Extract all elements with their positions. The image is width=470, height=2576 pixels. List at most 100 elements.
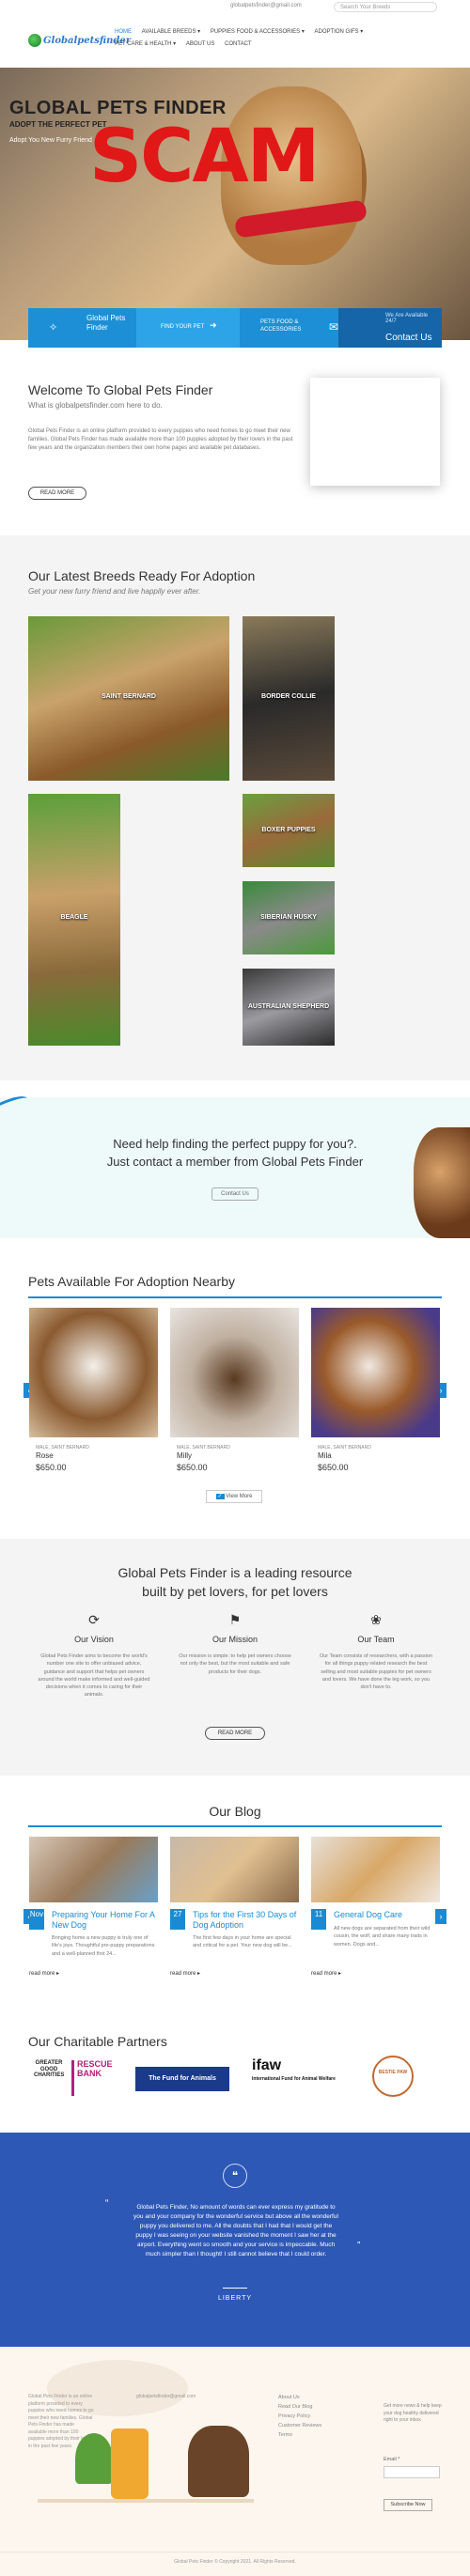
blog-divider	[28, 1825, 442, 1827]
hero-tagline: Adopt You New Furry Friend	[9, 137, 92, 144]
partner-logo-ifaw[interactable]: ifaw	[252, 2057, 337, 2093]
flag-icon: ⚑	[228, 1612, 242, 1627]
pet-tag: MALE, SAINT BERNARD	[177, 1445, 230, 1451]
logo-globe-icon[interactable]	[28, 34, 41, 47]
testimonial-divider	[223, 2288, 247, 2289]
blog-post-title[interactable]: General Dog Care	[334, 1910, 437, 1920]
paw-icon: ✧	[49, 322, 58, 334]
footer-divider	[0, 2552, 470, 2553]
pet-name[interactable]: Rose	[36, 1451, 54, 1460]
strip-contact-label: Contact Us	[385, 333, 432, 343]
partner-ifaw-sub: International Fund for Animal Welfare	[252, 2076, 336, 2082]
cta-line2: Just contact a member from Global Pets F…	[106, 1155, 364, 1169]
breed-card-boxer[interactable]: BOXER PUPPIES	[243, 794, 335, 867]
top-email[interactable]: globalpetsfinder@gmail.com	[230, 3, 302, 8]
mission-title-2: built by pet lovers, for pet lovers	[142, 1584, 328, 1599]
cta-line1: Need help finding the perfect puppy for …	[113, 1137, 357, 1151]
breeds-title: Our Latest Breeds Ready For Adoption	[28, 568, 256, 583]
view-more-label: View More	[226, 1494, 253, 1499]
cta-contact-button[interactable]: Contact Us	[212, 1187, 258, 1201]
footer-link[interactable]: Read Our Blog	[278, 2403, 321, 2413]
footer-dog-illustration	[188, 2426, 249, 2497]
breed-card-border-collie[interactable]: BORDER COLLIE	[243, 616, 335, 781]
breed-card-husky[interactable]: SIBERIAN HUSKY	[243, 881, 335, 954]
welcome-body: Global Pets Finder is an online platform…	[28, 428, 293, 451]
pet-name[interactable]: Milly	[177, 1451, 192, 1460]
blog-read-more-link[interactable]: read more ▸	[170, 1970, 200, 1977]
nav-food[interactable]: Puppies Food & Accessories ▾	[211, 28, 305, 35]
nav-breeds[interactable]: Available Breeds ▾	[142, 28, 200, 35]
mission-text: Our mission is simple: to help pet owner…	[179, 1653, 291, 1675]
pet-price: $650.00	[36, 1463, 67, 1472]
page: globalpetsfinder@gmail.com Search Your B…	[0, 0, 470, 2576]
footer-subscribe-button[interactable]: Subscribe Now	[384, 2499, 432, 2511]
footer-email-label: Email *	[384, 2457, 400, 2462]
blog-post-title[interactable]: Tips for the First 30 Days of Dog Adopti…	[193, 1910, 301, 1931]
pet-price: $650.00	[318, 1463, 349, 1472]
partner-logo-fund-for-animals[interactable]: The Fund for Animals	[135, 2067, 229, 2091]
nav-about[interactable]: About Us	[186, 41, 215, 47]
breed-card-beagle[interactable]: BEAGLE	[28, 794, 120, 1046]
strip-food[interactable]: Pets food & accessories	[240, 308, 338, 348]
top-search-input[interactable]: Search Your Breeds	[334, 2, 437, 12]
footer-suitcase-illustration	[111, 2429, 149, 2499]
mission-read-more-button[interactable]: READ MORE	[205, 1727, 265, 1740]
refresh-icon: ⟳	[88, 1612, 100, 1627]
partner-logo-rescue-bank[interactable]: RESCUE BANK	[71, 2059, 117, 2096]
blog-excerpt: Bringing home a new puppy is truly one o…	[52, 1935, 155, 1957]
footer-email[interactable]: globalpetsfinder@gmail.com	[136, 2394, 196, 2399]
breed-label: BEAGLE	[60, 914, 88, 921]
breed-label: AUSTRALIAN SHEPHERD	[247, 1003, 330, 1010]
breed-card-aussie[interactable]: AUSTRALIAN SHEPHERD	[243, 969, 335, 1046]
pet-name[interactable]: Mila	[318, 1451, 332, 1460]
footer-ground	[38, 2499, 254, 2503]
blog-title: Our Blog	[209, 1804, 261, 1819]
footer-copyright: Global Pets Finder © Copyright 2021. All…	[174, 2559, 296, 2565]
vision-heading: Our Vision	[74, 1635, 114, 1644]
testimonial-text: Global Pets Finder, No amount of words c…	[133, 2204, 338, 2258]
blog-image[interactable]	[29, 1837, 158, 1902]
strip-food-label: Pets food & accessories	[260, 319, 302, 333]
strip-available: We Are Available 24/7	[385, 313, 429, 324]
partner-logo-greater-good[interactable]: GREATER GOOD CHARITIES	[34, 2060, 64, 2096]
footer-email-input[interactable]	[384, 2466, 440, 2478]
nav-care[interactable]: Pet Care & Health ▾	[115, 40, 176, 47]
breed-label: BORDER COLLIE	[261, 693, 316, 700]
pet-card-image[interactable]	[311, 1308, 440, 1437]
strip-find-label: Find your pet	[161, 324, 205, 330]
pet-card-image[interactable]	[170, 1308, 299, 1437]
footer-link[interactable]: Customer Reviews	[278, 2422, 321, 2431]
blog-read-more-link[interactable]: read more ▸	[29, 1970, 59, 1977]
team-heading: Our Team	[357, 1635, 395, 1644]
quote-icon: ❝	[223, 2164, 247, 2188]
pet-tag: MALE, SAINT BERNARD	[318, 1445, 371, 1451]
pet-card-image[interactable]	[29, 1308, 158, 1437]
strip-find-pet[interactable]: Find your pet ➜	[136, 308, 240, 348]
blog-image[interactable]	[311, 1837, 440, 1902]
quote-close-icon: ”	[357, 2241, 361, 2251]
blog-read-more-link[interactable]: read more ▸	[311, 1970, 341, 1977]
blog-post-title[interactable]: Preparing Your Home For A New Dog	[52, 1910, 155, 1931]
strip-contact[interactable]: ✉ We Are Available 24/7 Contact Us	[329, 308, 442, 348]
blog-image[interactable]	[170, 1837, 299, 1902]
view-more-button[interactable]: ✓ View More	[206, 1490, 262, 1503]
footer-link[interactable]: About Us	[278, 2394, 321, 2403]
quote-open-icon: “	[105, 2198, 109, 2209]
nav-home[interactable]: Home	[115, 29, 132, 35]
blog-date: Nov	[29, 1909, 44, 1930]
strip-global-label: Global Pets Finder	[86, 314, 126, 332]
mission-title-1: Global Pets Finder is a leading resource	[118, 1565, 352, 1580]
nav-contact[interactable]: Contact	[225, 41, 252, 47]
breed-card-saint-bernard[interactable]: SAINT BERNARD	[28, 616, 229, 781]
partner-logo-bestie-paw-badge[interactable]	[372, 2056, 414, 2097]
check-icon: ✓	[215, 1494, 225, 1499]
welcome-title: Welcome To Global Pets Finder	[28, 382, 213, 397]
footer-newsletter-text: Get more news & help keep your dog healt…	[384, 2403, 442, 2423]
strip-global[interactable]: ✧ Global Pets Finder	[28, 308, 136, 348]
welcome-read-more-button[interactable]: READ MORE	[28, 487, 86, 500]
footer-link[interactable]: Terms	[278, 2431, 321, 2441]
footer-link[interactable]: Privacy Policy	[278, 2413, 321, 2422]
team-text: Our Team consists of researchers, with a…	[319, 1653, 433, 1690]
nav-gifts[interactable]: Adoption Gifs ▾	[315, 28, 364, 35]
main-nav: Home Available Breeds ▾ Puppies Food & A…	[115, 28, 434, 53]
